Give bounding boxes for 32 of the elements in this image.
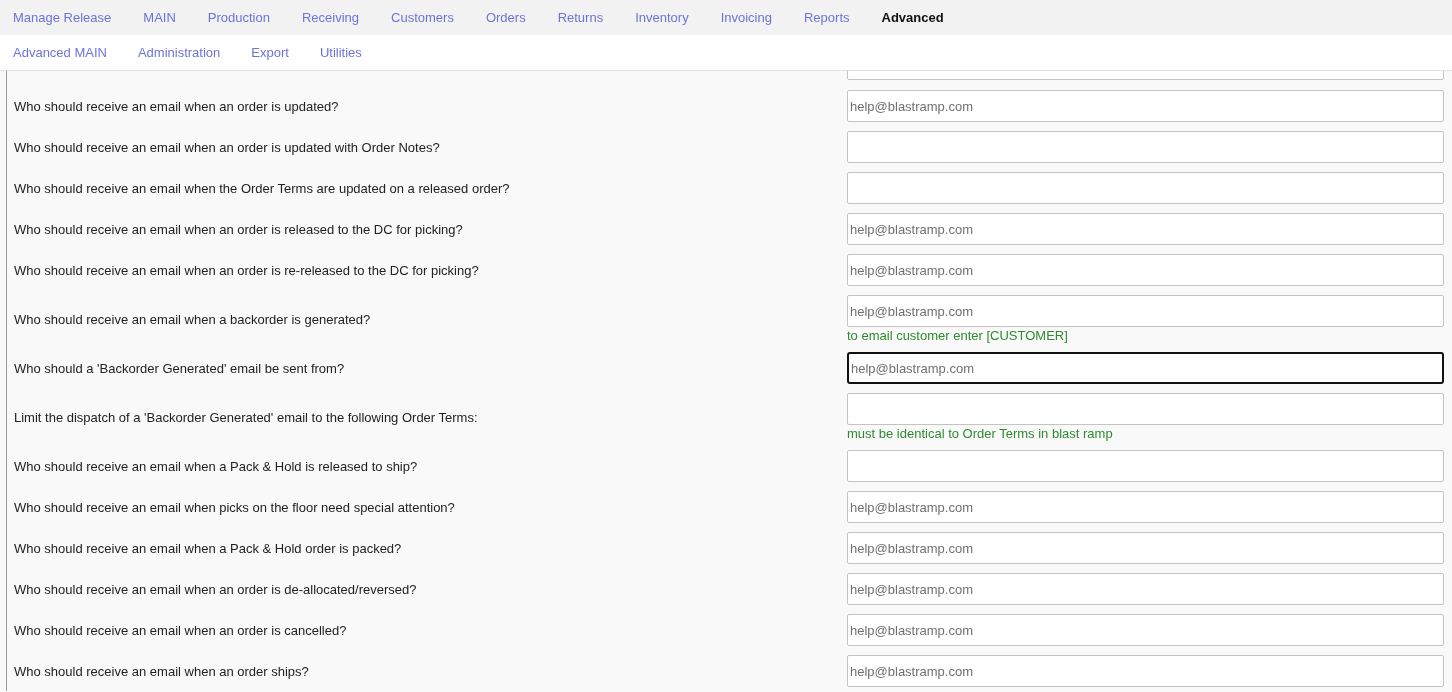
sub-nav-link[interactable]: Export [251, 45, 289, 60]
nav-tab[interactable]: Invoicing [720, 10, 772, 25]
nav-tab[interactable]: MAIN [143, 10, 176, 25]
setting-question: Who should a 'Backorder Generated' email be sent from? [13, 360, 346, 376]
setting-question: Who should receive an email when an order is released to the DC for picking? [13, 221, 464, 237]
nav-tab[interactable]: Inventory [635, 10, 689, 25]
setting-question: Who should receive an email when picks on the floor need special attention? [13, 499, 456, 515]
setting-question: Who should receive an email when a Pack & Hold is released to ship? [13, 458, 419, 474]
setting-question: Who should receive an email when an order is updated with Order Notes? [13, 139, 441, 155]
setting-question: Who should receive an email when a Pack & Hold order is packed? [13, 540, 403, 556]
setting-question: Who should receive an email when an order ships? [13, 663, 310, 679]
nav-tab[interactable]: Customers [391, 10, 454, 25]
setting-question: Who should receive an email when an order is re-released to the DC for picking? [13, 262, 480, 278]
email-field[interactable]: help@blastramp.com [847, 352, 1444, 384]
setting-question: Who should receive an email when an order is updated? [13, 98, 340, 114]
nav-tab[interactable]: Advanced [881, 10, 944, 25]
field-hint: must be identical to Order Terms in blast ramp [847, 426, 1114, 441]
nav-tab[interactable]: Production [207, 10, 270, 25]
nav-tab[interactable]: Returns [557, 10, 604, 25]
nav-tab[interactable]: Manage Release [13, 10, 112, 25]
nav-tab[interactable]: Orders [485, 10, 526, 25]
setting-question: Who should receive an email when an order is cancelled? [13, 622, 348, 638]
sub-nav-link[interactable]: Utilities [319, 45, 362, 60]
setting-question: Who should receive an email when an order is de-allocated/reversed? [13, 581, 418, 597]
nav-tab[interactable]: Receiving [301, 10, 360, 25]
setting-question: Who should receive an email when a backorder is generated? [13, 311, 372, 327]
nav-tab[interactable]: Reports [803, 10, 850, 25]
sub-nav-link[interactable]: Administration [137, 45, 221, 60]
sub-nav-link[interactable]: Advanced MAIN [13, 45, 107, 60]
field-hint: to email customer enter [CUSTOMER] [847, 328, 1069, 343]
setting-question: Who should receive an email when the Order Terms are updated on a released order? [13, 180, 511, 196]
setting-question: Limit the dispatch of a 'Backorder Generated' email to the following Order Terms: [13, 409, 479, 425]
